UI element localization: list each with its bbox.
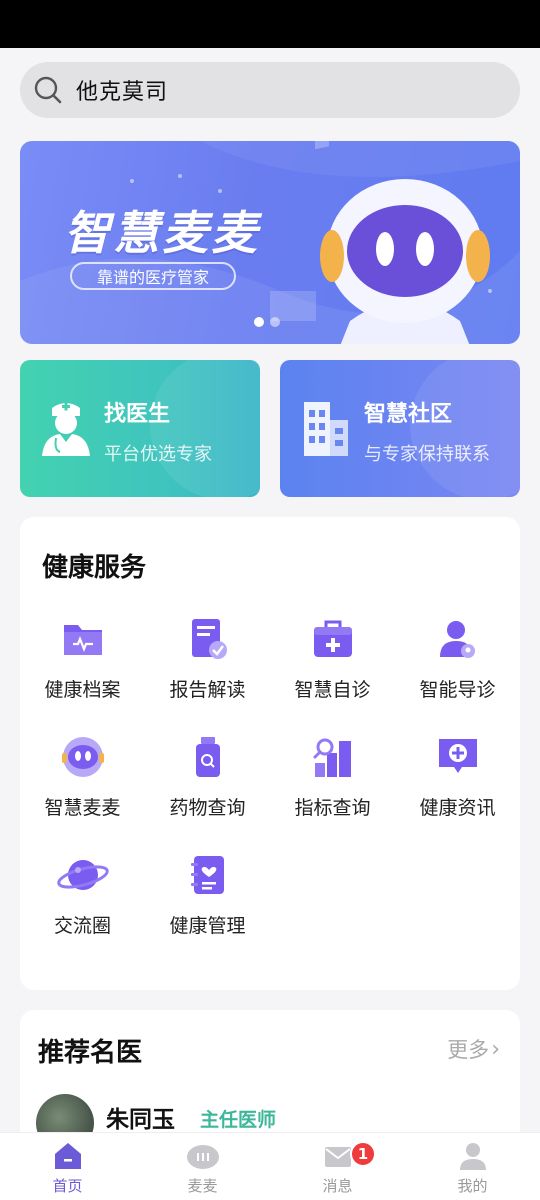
unread-badge: 1 bbox=[350, 1141, 376, 1167]
report-check-icon bbox=[191, 619, 227, 659]
home-icon bbox=[54, 1143, 81, 1169]
service-label: 智能导诊 bbox=[419, 679, 496, 701]
person-guide-icon bbox=[439, 621, 475, 658]
service-drug-query[interactable]: 药物查询 bbox=[145, 735, 270, 820]
doctor-title: 主任医师 bbox=[200, 1109, 277, 1131]
service-label: 智慧麦麦 bbox=[44, 797, 121, 819]
tab-label: 首页 bbox=[52, 1177, 83, 1195]
service-label: 交流圈 bbox=[53, 915, 111, 937]
medical-kit-icon bbox=[313, 620, 352, 657]
service-smart-maimai[interactable]: 智慧麦麦 bbox=[20, 735, 145, 820]
medicine-bottle-icon bbox=[195, 737, 220, 777]
notebook-heart-icon bbox=[190, 856, 224, 894]
service-label: 智慧自诊 bbox=[294, 679, 371, 701]
tab-home[interactable]: 首页 bbox=[0, 1133, 135, 1200]
tab-label: 我的 bbox=[457, 1177, 488, 1195]
message-icon bbox=[324, 1147, 351, 1167]
robot-mascot-icon bbox=[320, 179, 490, 344]
building-icon bbox=[304, 402, 348, 456]
profile-icon bbox=[459, 1143, 486, 1170]
service-self-diagnosis[interactable]: 智慧自诊 bbox=[270, 617, 395, 702]
smart-community-card[interactable]: 智慧社区 与专家保持联系 bbox=[280, 360, 520, 497]
service-indicator-query[interactable]: 指标查询 bbox=[270, 735, 395, 820]
card-decoration bbox=[410, 360, 520, 497]
banner-pagination bbox=[254, 317, 280, 327]
service-label: 报告解读 bbox=[169, 679, 246, 701]
tab-messages[interactable]: 1 消息 bbox=[270, 1133, 405, 1200]
search-input[interactable]: 他克莫司 bbox=[76, 74, 168, 106]
section-title: 推荐名医 bbox=[38, 1038, 143, 1068]
service-smart-triage[interactable]: 智能导诊 bbox=[395, 617, 520, 702]
tab-maimai[interactable]: 麦麦 bbox=[135, 1133, 270, 1200]
health-news-icon bbox=[438, 739, 477, 773]
robot-icon bbox=[61, 737, 104, 777]
pagination-dot-active[interactable] bbox=[254, 317, 264, 327]
banner-title: 智慧麦麦 bbox=[64, 206, 260, 260]
service-report-reading[interactable]: 报告解读 bbox=[145, 617, 270, 702]
bottom-tab-bar: 首页 麦麦 1 消息 我的 bbox=[0, 1132, 540, 1200]
service-health-news[interactable]: 健康资讯 bbox=[395, 735, 520, 820]
card-decoration bbox=[150, 360, 260, 497]
maimai-icon bbox=[186, 1145, 219, 1169]
card-subtitle: 平台优选专家 bbox=[104, 444, 212, 465]
card-title: 找医生 bbox=[104, 402, 171, 427]
service-label: 健康档案 bbox=[44, 679, 121, 701]
service-health-record[interactable]: 健康档案 bbox=[20, 617, 145, 702]
tab-profile[interactable]: 我的 bbox=[405, 1133, 540, 1200]
more-label: 更多 bbox=[447, 1038, 490, 1062]
service-health-management[interactable]: 健康管理 bbox=[145, 853, 270, 938]
doctor-name[interactable]: 朱同玉 bbox=[106, 1100, 175, 1134]
banner-tagline: 靠谱的医疗管家 bbox=[70, 262, 236, 290]
card-title: 智慧社区 bbox=[364, 402, 453, 427]
service-community[interactable]: 交流圈 bbox=[20, 853, 145, 938]
service-label: 健康资讯 bbox=[419, 797, 496, 819]
status-bar bbox=[0, 0, 540, 48]
tab-label: 麦麦 bbox=[187, 1177, 218, 1195]
tab-label: 消息 bbox=[322, 1177, 353, 1195]
pagination-dot[interactable] bbox=[270, 317, 280, 327]
planet-icon bbox=[56, 860, 109, 890]
doctor-icon bbox=[42, 402, 90, 456]
card-subtitle: 与专家保持联系 bbox=[364, 444, 490, 465]
more-link[interactable]: 更多 › bbox=[447, 1034, 500, 1064]
chart-search-icon bbox=[312, 738, 351, 777]
folder-heart-icon bbox=[63, 625, 102, 655]
chevron-right-icon: › bbox=[491, 1036, 500, 1062]
section-title: 健康服务 bbox=[42, 553, 147, 583]
health-services-panel: 健康服务 健康档案 报告解读 智慧自诊 智能导诊 智慧麦麦 药物查询 指标查询 … bbox=[20, 517, 520, 990]
service-label: 药物查询 bbox=[169, 797, 246, 819]
search-icon bbox=[34, 76, 62, 104]
service-label: 指标查询 bbox=[294, 797, 371, 819]
search-bar[interactable]: 他克莫司 bbox=[20, 62, 520, 118]
find-doctor-card[interactable]: 找医生 平台优选专家 bbox=[20, 360, 260, 497]
banner-carousel[interactable]: 智慧麦麦 靠谱的医疗管家 bbox=[20, 141, 520, 344]
service-label: 健康管理 bbox=[169, 915, 246, 937]
